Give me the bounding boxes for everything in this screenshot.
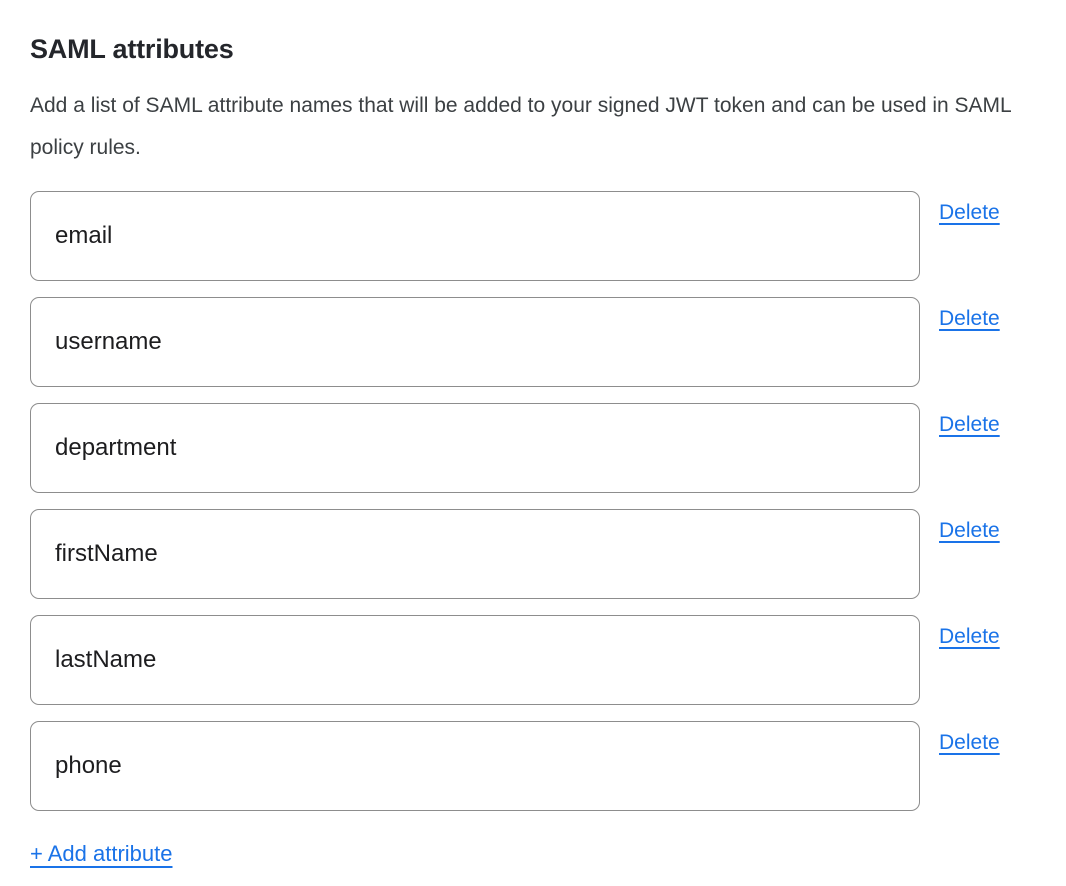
delete-link[interactable]: Delete: [939, 201, 1000, 225]
attribute-input[interactable]: [30, 509, 920, 599]
delete-link[interactable]: Delete: [939, 731, 1000, 755]
attribute-row: Delete: [30, 615, 1036, 705]
attribute-row: Delete: [30, 297, 1036, 387]
section-description: Add a list of SAML attribute names that …: [30, 85, 1036, 169]
attribute-row: Delete: [30, 721, 1036, 811]
delete-link[interactable]: Delete: [939, 307, 1000, 331]
delete-link[interactable]: Delete: [939, 413, 1000, 437]
page-title: SAML attributes: [30, 34, 1036, 65]
delete-link[interactable]: Delete: [939, 625, 1000, 649]
attribute-row: Delete: [30, 403, 1036, 493]
attribute-row: Delete: [30, 191, 1036, 281]
attribute-input[interactable]: [30, 297, 920, 387]
add-attribute-link[interactable]: + Add attribute: [30, 841, 173, 867]
saml-attributes-section: SAML attributes Add a list of SAML attri…: [0, 0, 1066, 886]
attribute-list: Delete Delete Delete Delete Delete Delet…: [30, 191, 1036, 811]
attribute-input[interactable]: [30, 191, 920, 281]
attribute-input[interactable]: [30, 403, 920, 493]
attribute-input[interactable]: [30, 615, 920, 705]
attribute-row: Delete: [30, 509, 1036, 599]
delete-link[interactable]: Delete: [939, 519, 1000, 543]
attribute-input[interactable]: [30, 721, 920, 811]
